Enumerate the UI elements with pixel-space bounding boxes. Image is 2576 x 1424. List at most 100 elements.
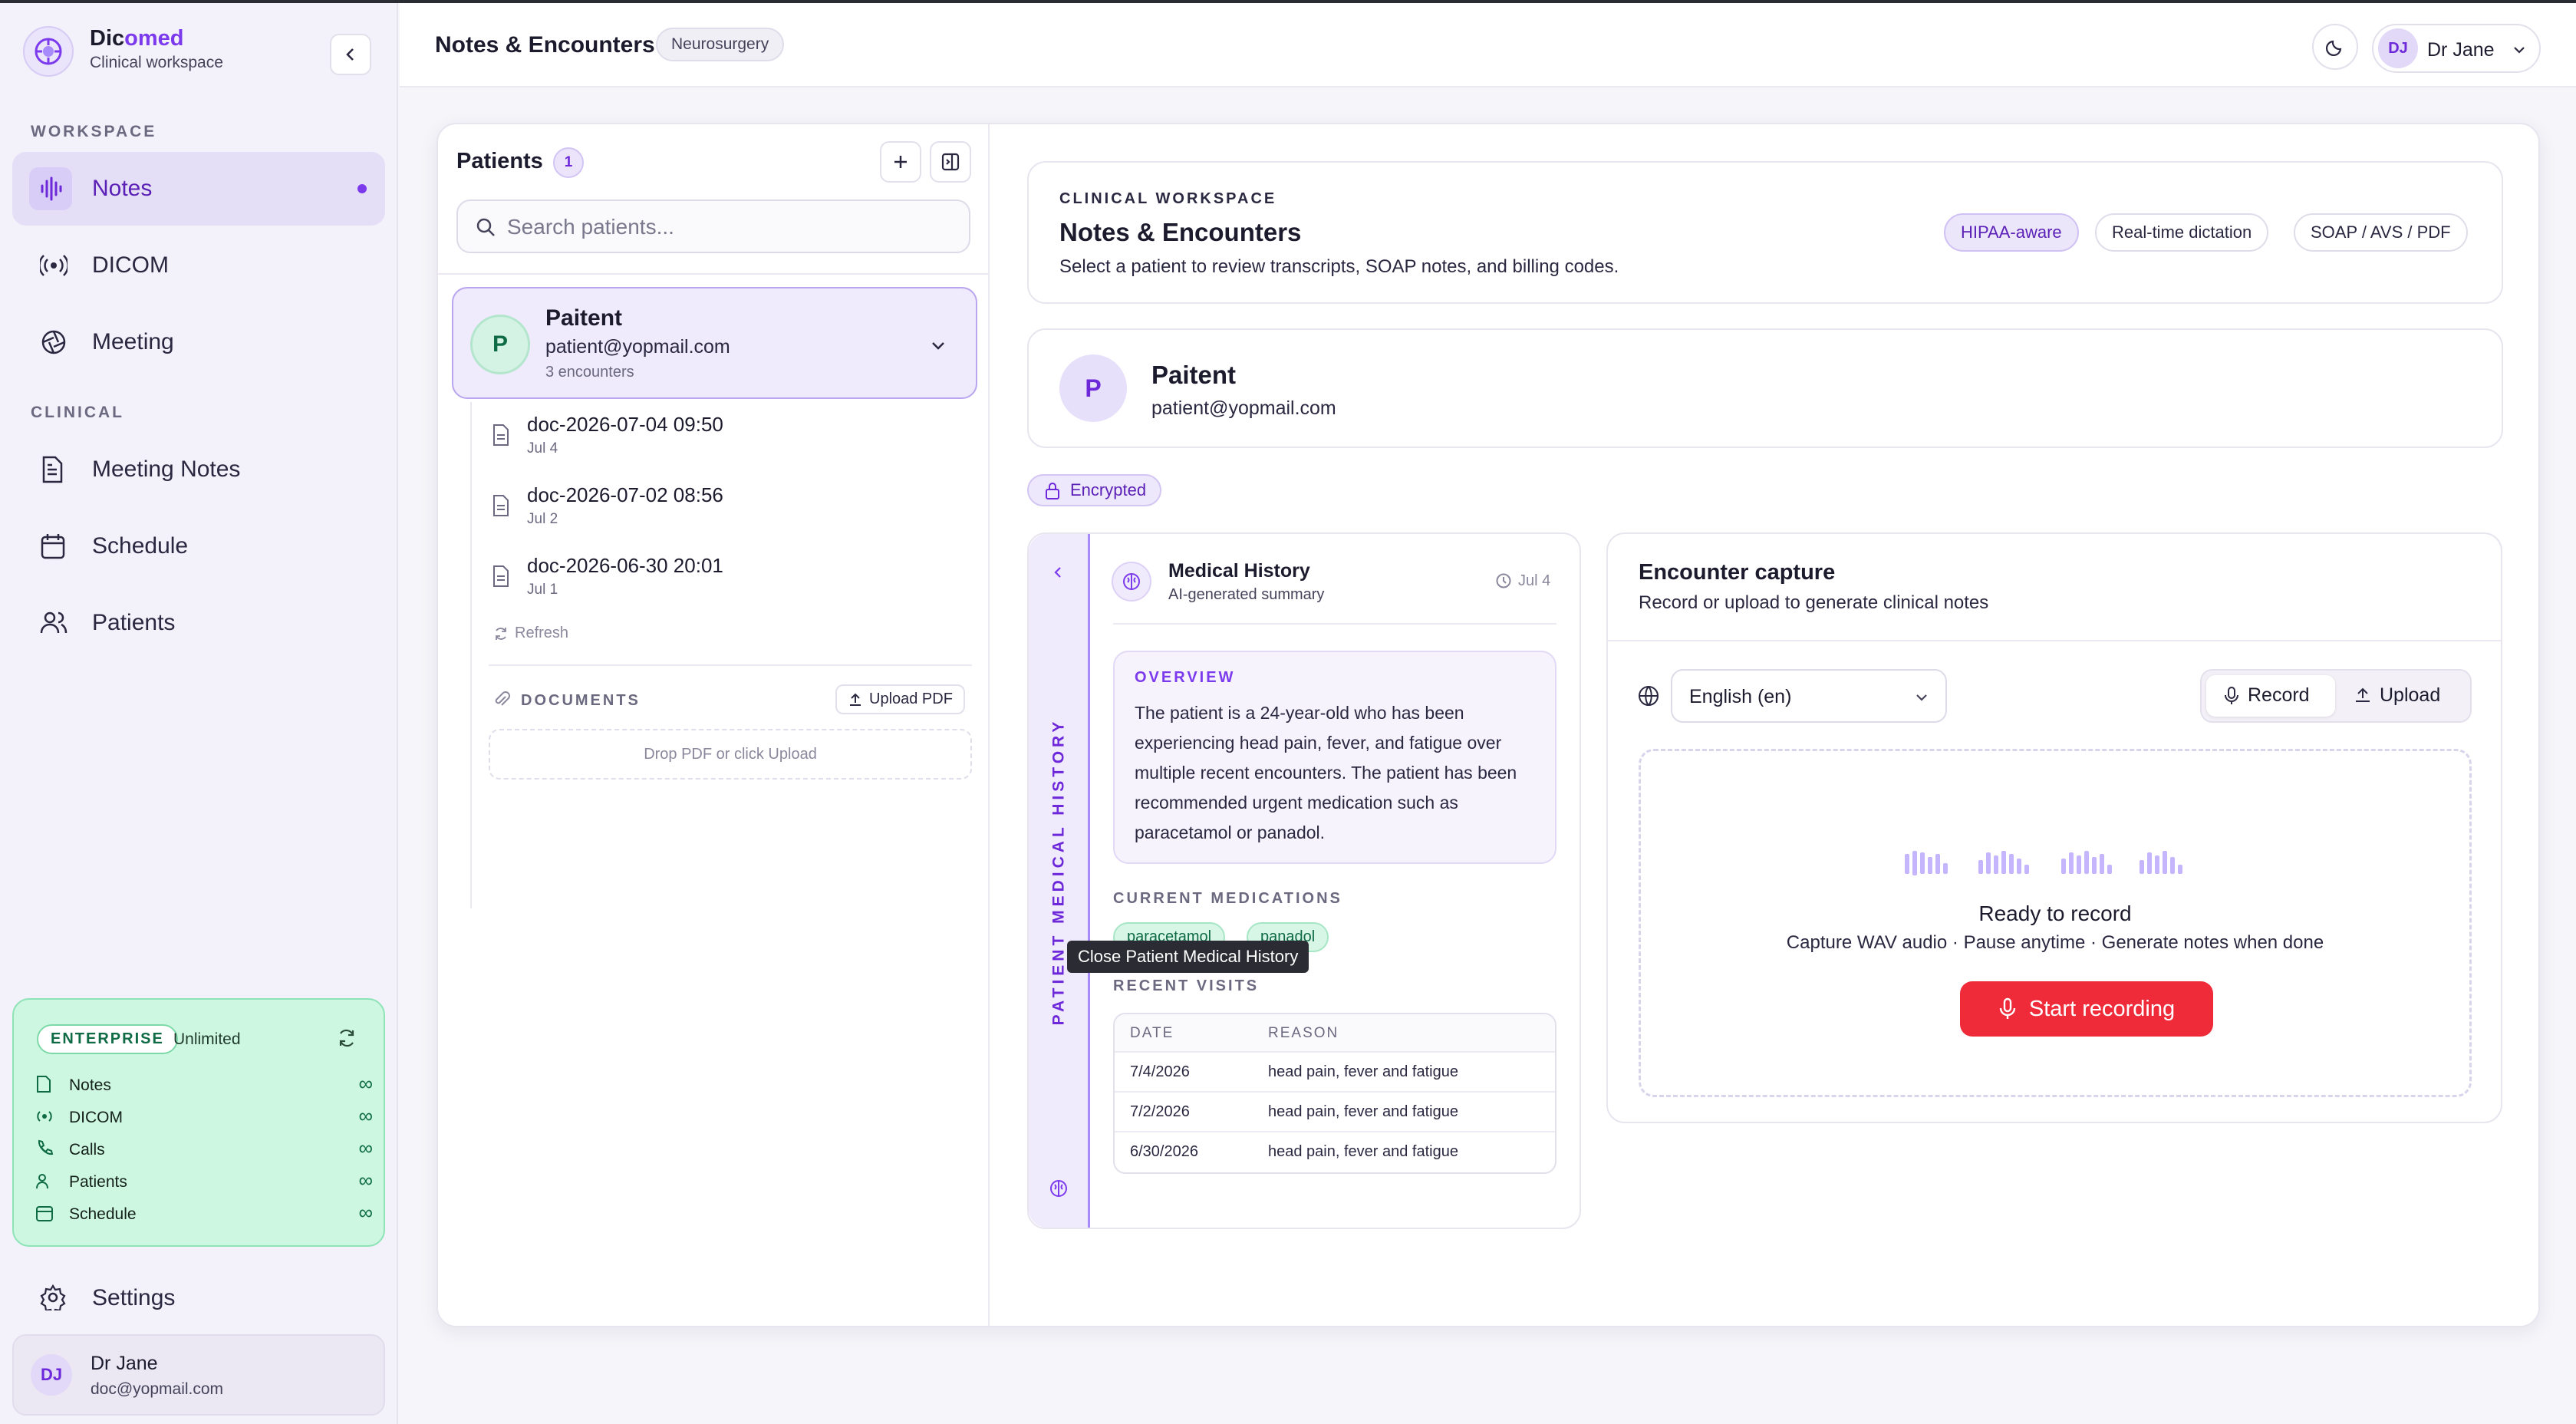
toggle-panel-button[interactable] <box>930 141 971 183</box>
patient-name: Paitent <box>545 305 623 331</box>
microphone-icon <box>1999 997 2016 1019</box>
user-card[interactable]: DJ Dr Jane doc@yopmail.com <box>12 1334 385 1416</box>
phone-icon <box>38 1139 54 1155</box>
chevron-left-icon <box>1054 567 1061 578</box>
patient-card[interactable]: P Paitent patient@yopmail.com 3 encounte… <box>452 287 977 399</box>
waveform-icon <box>1905 851 2182 875</box>
encounter-item[interactable]: doc-2026-07-02 08:56 Jul 2 <box>492 483 952 545</box>
encrypted-badge: Encrypted <box>1027 474 1162 506</box>
medical-history-panel: PATIENT MEDICAL HISTORY Medical History … <box>1027 532 1581 1229</box>
aperture-icon <box>41 330 66 354</box>
meds-label: CURRENT MEDICATIONS <box>1113 890 1342 907</box>
add-patient-button[interactable] <box>880 141 921 183</box>
plan-badge: ENTERPRISE <box>37 1024 178 1054</box>
brain-icon <box>1050 1180 1067 1197</box>
search-icon <box>476 218 495 236</box>
broadcast-icon <box>37 1111 52 1122</box>
table-row: 7/2/2026 head pain, fever and fatigue <box>1115 1091 1555 1131</box>
sidebar-item-meeting[interactable]: Meeting <box>12 305 385 379</box>
recording-area: Ready to record Capture WAV audio · Paus… <box>1639 749 2472 1097</box>
chevron-down-icon[interactable] <box>929 336 947 354</box>
overview-label: OVERVIEW <box>1135 669 1236 686</box>
users-icon <box>36 1174 48 1189</box>
brain-icon <box>1112 562 1151 602</box>
tooltip: Close Patient Medical History <box>1067 941 1309 973</box>
collapse-sidebar-button[interactable] <box>330 34 371 75</box>
encounter-item[interactable]: doc-2026-06-30 20:01 Jul 1 <box>492 554 952 615</box>
section-label-clinical: CLINICAL <box>31 404 124 421</box>
capture-subtitle: Record or upload to generate clinical no… <box>1639 592 1989 613</box>
document-icon <box>37 1076 51 1093</box>
department-badge: Neurosurgery <box>656 28 785 61</box>
overview-box: OVERVIEW The patient is a 24-year-old wh… <box>1113 651 1556 864</box>
patient-avatar: P <box>470 315 530 374</box>
page-title: Notes & Encounters <box>435 32 655 58</box>
panel-icon <box>941 153 960 171</box>
plan-tier: Unlimited <box>173 1030 241 1048</box>
theme-toggle-button[interactable] <box>2312 24 2358 70</box>
capture-mode-toggle: Record Upload <box>2200 669 2472 723</box>
encounter-capture-panel: Encounter capture Record or upload to ge… <box>1606 532 2502 1123</box>
sidebar: Dicomed Clinical workspace WORKSPACE Not… <box>0 3 398 1424</box>
brand-logo-icon <box>23 26 74 77</box>
lock-icon <box>1046 483 1059 499</box>
waveform-icon <box>41 176 62 201</box>
document-icon <box>493 565 509 587</box>
sidebar-item-label: Patients <box>92 610 176 635</box>
plan-row-calls: Calls ∞ <box>35 1136 373 1164</box>
sidebar-item-schedule[interactable]: Schedule <box>12 509 385 583</box>
chevron-down-icon <box>2514 47 2525 54</box>
visits-label: RECENT VISITS <box>1113 977 1260 994</box>
document-icon <box>42 456 63 483</box>
history-subtitle: AI-generated summary <box>1168 586 1325 603</box>
gear-icon <box>40 1284 66 1310</box>
chevron-left-icon <box>346 48 354 61</box>
plan-row-schedule: Schedule ∞ <box>35 1201 373 1228</box>
user-name: Dr Jane <box>2427 39 2495 61</box>
broadcast-icon <box>40 255 68 276</box>
sidebar-item-settings[interactable]: Settings <box>12 1261 385 1335</box>
sidebar-item-label: Notes <box>92 176 153 201</box>
workspace-header-card: CLINICAL WORKSPACE Notes & Encounters Se… <box>1027 161 2503 304</box>
patient-search[interactable] <box>456 199 970 253</box>
calendar-icon <box>41 534 65 559</box>
overview-text: The patient is a 24-year-old who has bee… <box>1135 703 1517 842</box>
patient-avatar: P <box>1059 354 1127 422</box>
medical-history-tab[interactable]: PATIENT MEDICAL HISTORY <box>1029 534 1090 1228</box>
sidebar-item-notes[interactable]: Notes <box>12 152 385 226</box>
language-select[interactable]: English (en) <box>1671 669 1947 723</box>
search-input[interactable] <box>507 212 952 242</box>
sidebar-item-label: Settings <box>92 1285 176 1310</box>
history-date: Jul 4 <box>1518 572 1551 589</box>
avatar: DJ <box>2378 28 2418 68</box>
sidebar-item-meeting-notes[interactable]: Meeting Notes <box>12 433 385 506</box>
brand-name: Dicomed <box>90 26 184 51</box>
upload-icon <box>850 693 861 706</box>
active-dot <box>357 184 367 193</box>
globe-icon <box>1639 686 1659 706</box>
visits-table: DATE REASON 7/4/2026 head pain, fever and… <box>1113 1013 1556 1174</box>
upload-icon <box>2356 687 2370 702</box>
clock-icon <box>1496 573 1511 588</box>
sidebar-item-label: DICOM <box>92 252 169 278</box>
top-bar: Notes & Encounters Neurosurgery DJ Dr Ja… <box>400 3 2576 87</box>
start-recording-button[interactable]: Start recording <box>1960 981 2213 1037</box>
refresh-icon[interactable] <box>336 1027 357 1049</box>
sidebar-item-patients[interactable]: Patients <box>12 586 385 660</box>
user-menu-button[interactable]: DJ Dr Jane <box>2372 24 2541 73</box>
sidebar-item-label: Meeting <box>92 329 174 354</box>
plan-row-dicom: DICOM ∞ <box>35 1104 373 1132</box>
user-name: Dr Jane <box>91 1353 158 1374</box>
eyebrow: CLINICAL WORKSPACE <box>1059 190 1277 207</box>
patients-count-badge: 1 <box>553 147 584 178</box>
patients-title: Patients <box>456 149 543 173</box>
capture-hint: Capture WAV audio · Pause anytime · Gene… <box>1786 932 2324 953</box>
pdf-drop-zone[interactable]: Drop PDF or click Upload <box>489 729 972 780</box>
document-icon <box>493 495 509 516</box>
table-header: DATE REASON <box>1115 1014 1555 1051</box>
table-row: 7/4/2026 head pain, fever and fatigue <box>1115 1051 1555 1091</box>
upload-pdf-button[interactable]: Upload PDF <box>835 684 965 714</box>
plus-icon <box>894 156 907 168</box>
encounter-item[interactable]: doc-2026-07-04 09:50 Jul 4 <box>492 413 952 474</box>
sidebar-item-dicom[interactable]: DICOM <box>12 229 385 302</box>
